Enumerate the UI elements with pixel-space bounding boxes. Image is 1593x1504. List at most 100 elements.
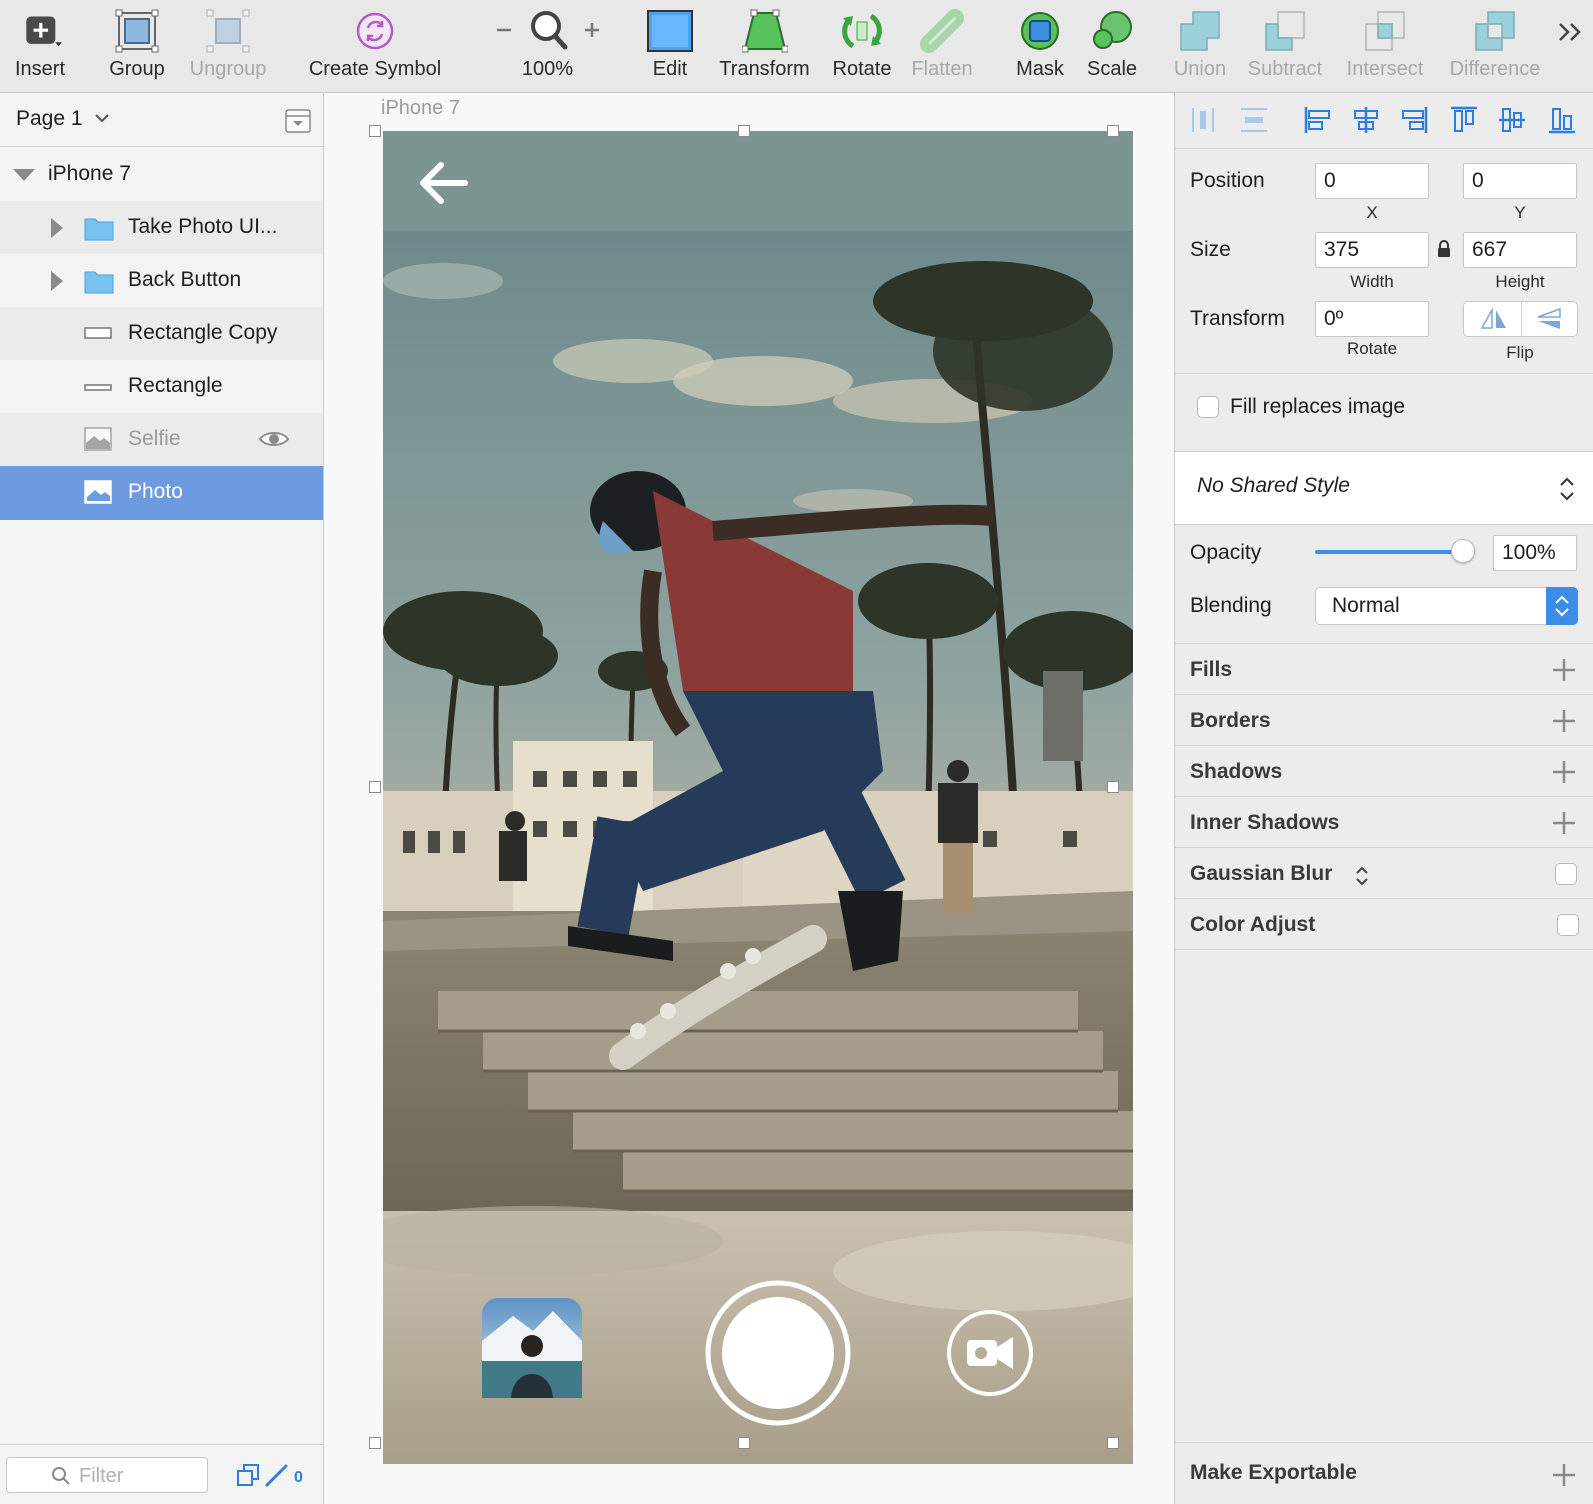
align-top-icon[interactable] bbox=[1449, 105, 1479, 140]
position-label: Position bbox=[1190, 169, 1265, 192]
layer-row[interactable]: Rectangle Copy bbox=[0, 307, 323, 361]
difference-button[interactable]: Difference bbox=[1440, 0, 1550, 93]
flatten-button[interactable]: Flatten bbox=[902, 0, 982, 93]
lock-icon[interactable] bbox=[1437, 240, 1451, 263]
toolbar-overflow-icon[interactable] bbox=[1556, 20, 1584, 49]
add-border-icon[interactable] bbox=[1552, 709, 1576, 738]
layer-row[interactable]: Rectangle bbox=[0, 360, 323, 414]
canvas[interactable]: iPhone 7 bbox=[324, 93, 1174, 1504]
eye-icon[interactable] bbox=[258, 429, 290, 454]
edit-icon bbox=[645, 8, 695, 54]
edit-button[interactable]: Edit bbox=[630, 0, 710, 93]
slices-filter-icon[interactable] bbox=[264, 1463, 290, 1492]
scale-button[interactable]: Scale bbox=[1072, 0, 1152, 93]
layer-row[interactable]: Selfie bbox=[0, 413, 323, 467]
layer-row[interactable]: Back Button bbox=[0, 254, 323, 308]
filter-input[interactable]: Filter bbox=[6, 1457, 208, 1493]
y-label: Y bbox=[1514, 203, 1526, 222]
insert-icon bbox=[15, 8, 65, 54]
shared-style-value: No Shared Style bbox=[1197, 474, 1350, 497]
filter-bar: Filter 0 bbox=[0, 1444, 323, 1504]
selection-handle[interactable] bbox=[1107, 125, 1119, 137]
add-export-icon[interactable] bbox=[1552, 1463, 1576, 1492]
add-inner-shadow-icon[interactable] bbox=[1552, 811, 1576, 840]
inner-shadows-section[interactable]: Inner Shadows bbox=[1175, 797, 1593, 848]
toggle-pages-icon[interactable] bbox=[285, 109, 311, 138]
union-button[interactable]: Union bbox=[1160, 0, 1240, 93]
add-fill-icon[interactable] bbox=[1552, 658, 1576, 687]
photo-image[interactable] bbox=[383, 131, 1133, 1464]
gaussian-blur-checkbox[interactable] bbox=[1555, 863, 1577, 885]
opacity-slider[interactable] bbox=[1315, 550, 1465, 554]
filter-count: 0 bbox=[294, 1468, 303, 1486]
scale-icon bbox=[1087, 8, 1137, 54]
rotate-field[interactable]: 0º bbox=[1315, 301, 1429, 337]
borders-section[interactable]: Borders bbox=[1175, 695, 1593, 746]
blending-select[interactable]: Normal bbox=[1315, 587, 1578, 625]
align-vertical-center-icon[interactable] bbox=[1497, 105, 1527, 140]
selection-handle[interactable] bbox=[1107, 1437, 1119, 1449]
transform-icon bbox=[740, 8, 790, 54]
transform-button[interactable]: Transform bbox=[712, 0, 817, 93]
layers-panel: Page 1 iPhone 7 Take Photo UI... Back Bu… bbox=[0, 93, 324, 1504]
selection-handle[interactable] bbox=[369, 125, 381, 137]
fill-replaces-checkbox[interactable] bbox=[1197, 396, 1219, 418]
page-selector[interactable]: Page 1 bbox=[0, 93, 323, 147]
align-left-icon[interactable] bbox=[1303, 105, 1333, 140]
disclosure-collapsed-icon[interactable] bbox=[50, 217, 64, 244]
color-adjust-checkbox[interactable] bbox=[1557, 914, 1579, 936]
shared-style-select[interactable]: No Shared Style bbox=[1175, 451, 1593, 525]
distribute-vertical-icon[interactable] bbox=[1239, 105, 1269, 140]
artboard[interactable] bbox=[383, 131, 1133, 1464]
opacity-slider-knob[interactable] bbox=[1451, 539, 1475, 563]
blending-value: Normal bbox=[1332, 594, 1400, 617]
chevron-down-icon bbox=[94, 111, 110, 129]
selection-handle[interactable] bbox=[1107, 781, 1119, 793]
shadows-section[interactable]: Shadows bbox=[1175, 746, 1593, 797]
gaussian-blur-section[interactable]: Gaussian Blur bbox=[1175, 848, 1593, 899]
height-field[interactable]: 667 bbox=[1463, 232, 1577, 268]
gallery-thumbnail[interactable] bbox=[482, 1298, 582, 1398]
opacity-field[interactable]: 100% bbox=[1493, 535, 1577, 571]
shutter-button[interactable] bbox=[705, 1280, 851, 1426]
color-adjust-section[interactable]: Color Adjust bbox=[1175, 899, 1593, 950]
selection-handle[interactable] bbox=[738, 125, 750, 137]
chevron-updown-icon[interactable] bbox=[1355, 865, 1369, 892]
flip-horizontal-icon[interactable] bbox=[1480, 307, 1508, 335]
insert-button[interactable]: Insert bbox=[0, 0, 80, 93]
symbols-filter-icon[interactable] bbox=[236, 1463, 260, 1492]
zoom-control[interactable]: 100% bbox=[490, 0, 605, 93]
selection-handle[interactable] bbox=[738, 1437, 750, 1449]
intersect-button[interactable]: Intersect bbox=[1340, 0, 1430, 93]
mask-icon bbox=[1015, 8, 1065, 54]
mask-button[interactable]: Mask bbox=[1000, 0, 1080, 93]
subtract-button[interactable]: Subtract bbox=[1240, 0, 1330, 93]
page-name: Page 1 bbox=[16, 107, 83, 130]
x-field[interactable]: 0 bbox=[1315, 163, 1429, 199]
rotate-button[interactable]: Rotate bbox=[822, 0, 902, 93]
folder-icon bbox=[84, 268, 114, 299]
layer-row[interactable]: Take Photo UI... bbox=[0, 201, 323, 255]
fills-section[interactable]: Fills bbox=[1175, 644, 1593, 695]
align-horizontal-center-icon[interactable] bbox=[1351, 105, 1381, 140]
disclosure-collapsed-icon[interactable] bbox=[50, 270, 64, 297]
selection-handle[interactable] bbox=[369, 781, 381, 793]
make-exportable-section[interactable]: Make Exportable bbox=[1175, 1442, 1593, 1504]
width-field[interactable]: 375 bbox=[1315, 232, 1429, 268]
y-field[interactable]: 0 bbox=[1463, 163, 1577, 199]
flip-label: Flip bbox=[1506, 343, 1534, 362]
selection-handle[interactable] bbox=[369, 1437, 381, 1449]
layer-row-selected[interactable]: Photo bbox=[0, 466, 323, 520]
ungroup-button[interactable]: Ungroup bbox=[183, 0, 273, 93]
align-right-icon[interactable] bbox=[1399, 105, 1429, 140]
flip-vertical-icon[interactable] bbox=[1536, 307, 1564, 335]
artboard-title[interactable]: iPhone 7 bbox=[381, 97, 460, 120]
add-shadow-icon[interactable] bbox=[1552, 760, 1576, 789]
disclosure-expanded-icon[interactable] bbox=[12, 168, 36, 187]
group-button[interactable]: Group bbox=[97, 0, 177, 93]
align-bottom-icon[interactable] bbox=[1547, 105, 1577, 140]
create-symbol-button[interactable]: Create Symbol bbox=[300, 0, 450, 93]
rectangle-icon bbox=[84, 380, 112, 398]
artboard-row[interactable]: iPhone 7 bbox=[0, 148, 323, 202]
distribute-horizontal-icon[interactable] bbox=[1189, 105, 1217, 140]
